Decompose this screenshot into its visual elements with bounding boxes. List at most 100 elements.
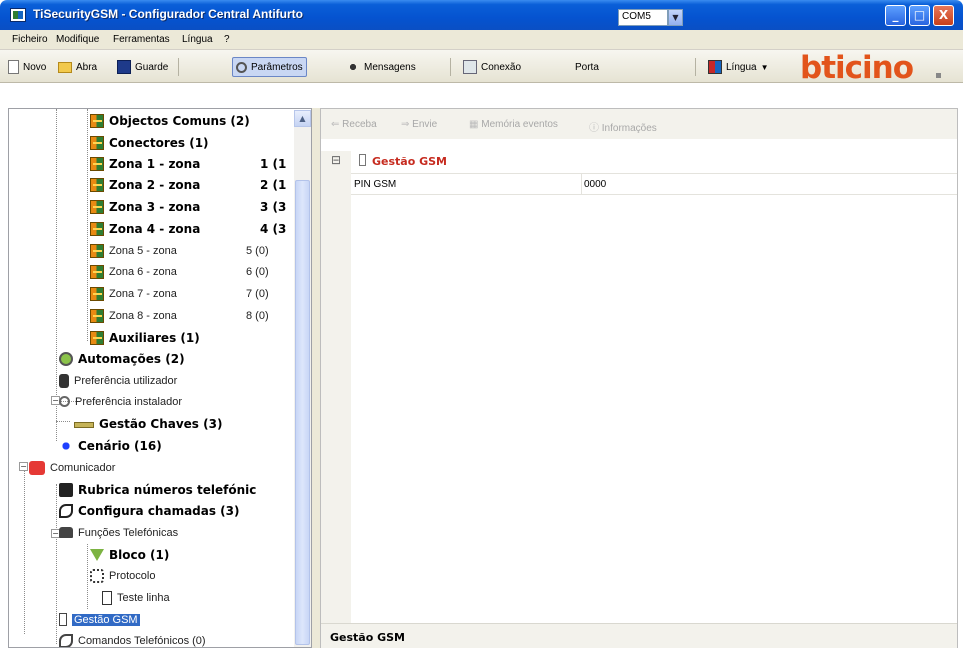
flags-icon bbox=[708, 60, 722, 74]
property-row[interactable]: PIN GSM 0000 bbox=[351, 173, 957, 195]
wrench-icon bbox=[59, 396, 70, 407]
porta-dropdown-button[interactable]: ▼ bbox=[668, 9, 683, 26]
user-icon bbox=[59, 373, 69, 388]
tree-cenario[interactable]: Cenário (16) bbox=[59, 436, 162, 455]
connection-icon bbox=[463, 60, 477, 74]
open-folder-icon bbox=[58, 61, 72, 73]
window-title: TiSecurityGSM - Configurador Central Ant… bbox=[33, 7, 304, 21]
conexao-button[interactable]: Conexão bbox=[463, 57, 521, 77]
test-line-icon bbox=[102, 590, 112, 605]
speaker-icon bbox=[346, 60, 360, 74]
informacoes-button[interactable]: ⓘ Informações bbox=[589, 119, 657, 134]
porta-label: Porta bbox=[575, 61, 599, 73]
automation-icon bbox=[59, 351, 73, 366]
tree-zona-6[interactable]: Zona 6 - zona 6 (0) bbox=[90, 262, 300, 281]
tree-zona-4[interactable]: Zona 4 - zona 4 (3 bbox=[90, 219, 300, 238]
maximize-button[interactable]: □ bbox=[909, 5, 930, 26]
grid-margin bbox=[321, 151, 351, 623]
info-icon: ⓘ bbox=[589, 123, 602, 134]
tree-gestao-chaves[interactable]: Gestão Chaves (3) bbox=[74, 414, 222, 433]
gsm-icon bbox=[359, 154, 366, 166]
tree-teste-linha[interactable]: Teste linha bbox=[102, 588, 170, 607]
zone-icon bbox=[90, 156, 104, 171]
menu-help[interactable]: ? bbox=[224, 34, 230, 45]
phone-icon bbox=[29, 460, 45, 475]
zone-icon bbox=[90, 243, 104, 258]
menu-ferramentas[interactable]: Ferramentas bbox=[113, 34, 170, 45]
grid-category-title: Gestão GSM bbox=[372, 155, 448, 168]
app-icon bbox=[10, 8, 26, 22]
abra-button[interactable]: Abra bbox=[58, 57, 97, 77]
protocol-icon bbox=[90, 568, 104, 583]
bticino-logo: bticino bbox=[800, 50, 914, 86]
collapse-icon[interactable]: ⊟ bbox=[331, 153, 341, 167]
zone-icon bbox=[90, 286, 104, 301]
porta-select[interactable]: COM5 bbox=[618, 9, 668, 26]
novo-button[interactable]: Novo bbox=[8, 57, 46, 77]
menu-ficheiro[interactable]: Ficheiro bbox=[12, 34, 48, 45]
minimize-button[interactable]: _ bbox=[885, 5, 906, 26]
tree-auxiliares[interactable]: Auxiliares (1) bbox=[90, 328, 200, 347]
zone-icon bbox=[90, 135, 104, 150]
chevron-down-icon: ▼ bbox=[760, 62, 769, 72]
title-bar[interactable]: TiSecurityGSM - Configurador Central Ant… bbox=[0, 0, 963, 30]
receive-icon: ⇐ bbox=[331, 119, 343, 130]
zone-icon bbox=[90, 199, 104, 214]
tree-preferencia-utilizador[interactable]: Preferência utilizador bbox=[59, 371, 177, 390]
memory-icon: ▦ bbox=[469, 119, 482, 130]
tree-zona-7[interactable]: Zona 7 - zona 7 (0) bbox=[90, 284, 300, 303]
menu-lingua[interactable]: Língua bbox=[182, 34, 213, 45]
tree-gestao-gsm[interactable]: Gestão GSM bbox=[59, 610, 140, 629]
logo-dot bbox=[936, 73, 941, 78]
zone-icon bbox=[90, 221, 104, 236]
tree-zona-2[interactable]: Zona 2 - zona 2 (1 bbox=[90, 175, 300, 194]
filter-icon bbox=[90, 548, 104, 561]
tree-panel: − − − Objectos Comuns (2) Conectores (1)… bbox=[8, 108, 312, 648]
envie-button[interactable]: ⇒ Envie bbox=[401, 119, 437, 130]
mensagens-button[interactable]: Mensagens bbox=[346, 57, 416, 77]
key-icon bbox=[74, 421, 94, 428]
guarde-button[interactable]: Guarde bbox=[117, 57, 168, 77]
properties-panel: ⇐ Receba ⇒ Envie ▦ Memória eventos ⓘ Inf… bbox=[320, 108, 958, 648]
close-button[interactable]: X bbox=[933, 5, 954, 26]
new-file-icon bbox=[8, 60, 19, 74]
tree-zona-8[interactable]: Zona 8 - zona 8 (0) bbox=[90, 306, 300, 325]
memoria-eventos-button[interactable]: ▦ Memória eventos bbox=[469, 119, 558, 130]
menu-modifique[interactable]: Modifique bbox=[56, 34, 99, 45]
description-bar: Gestão GSM bbox=[321, 623, 957, 648]
tree-automacoes[interactable]: Automações (2) bbox=[59, 349, 185, 368]
property-value[interactable]: 0000 bbox=[584, 179, 606, 190]
scenario-icon bbox=[59, 438, 73, 453]
tree-funcoes-telefonicas[interactable]: Funções Telefónicas bbox=[59, 523, 178, 542]
tree-rubrica[interactable]: Rubrica números telefónic bbox=[59, 480, 256, 499]
menu-bar: Ficheiro Modifique Ferramentas Língua ? bbox=[0, 30, 963, 50]
scroll-thumb[interactable] bbox=[295, 180, 310, 645]
panel-splitter[interactable] bbox=[312, 108, 320, 648]
tree-protocolo[interactable]: Protocolo bbox=[90, 566, 155, 585]
tree-objectos-comuns[interactable]: Objectos Comuns (2) bbox=[90, 111, 250, 130]
zone-icon bbox=[90, 330, 104, 345]
zone-icon bbox=[90, 308, 104, 323]
zone-icon bbox=[90, 264, 104, 279]
handset-icon bbox=[59, 503, 73, 518]
scroll-up-button[interactable]: ▲ bbox=[294, 110, 311, 127]
receba-button[interactable]: ⇐ Receba bbox=[331, 119, 377, 130]
property-name: PIN GSM bbox=[354, 179, 397, 190]
send-icon: ⇒ bbox=[401, 119, 413, 130]
phone-command-icon bbox=[59, 633, 73, 647]
tree-comunicador[interactable]: Comunicador bbox=[29, 458, 115, 477]
tree-zona-5[interactable]: Zona 5 - zona 5 (0) bbox=[90, 241, 300, 260]
lingua-button[interactable]: Língua ▼ bbox=[708, 57, 769, 77]
save-icon bbox=[117, 60, 131, 74]
parametros-button[interactable]: Parâmetros bbox=[232, 57, 307, 77]
expander-comunicador[interactable]: − bbox=[19, 462, 28, 471]
wrench-icon bbox=[236, 61, 247, 73]
gsm-icon bbox=[59, 613, 67, 626]
tree-preferencia-instalador[interactable]: Preferência instalador bbox=[59, 392, 182, 411]
tree-comandos-telefonicos[interactable]: Comandos Telefónicos (0) bbox=[59, 631, 206, 647]
tree-conectores[interactable]: Conectores (1) bbox=[90, 133, 209, 152]
tree-zona-1[interactable]: Zona 1 - zona 1 (1 bbox=[90, 154, 300, 173]
tree-bloco[interactable]: Bloco (1) bbox=[90, 545, 169, 564]
tree-zona-3[interactable]: Zona 3 - zona 3 (3 bbox=[90, 197, 300, 216]
tree-configura-chamadas[interactable]: Configura chamadas (3) bbox=[59, 501, 240, 520]
